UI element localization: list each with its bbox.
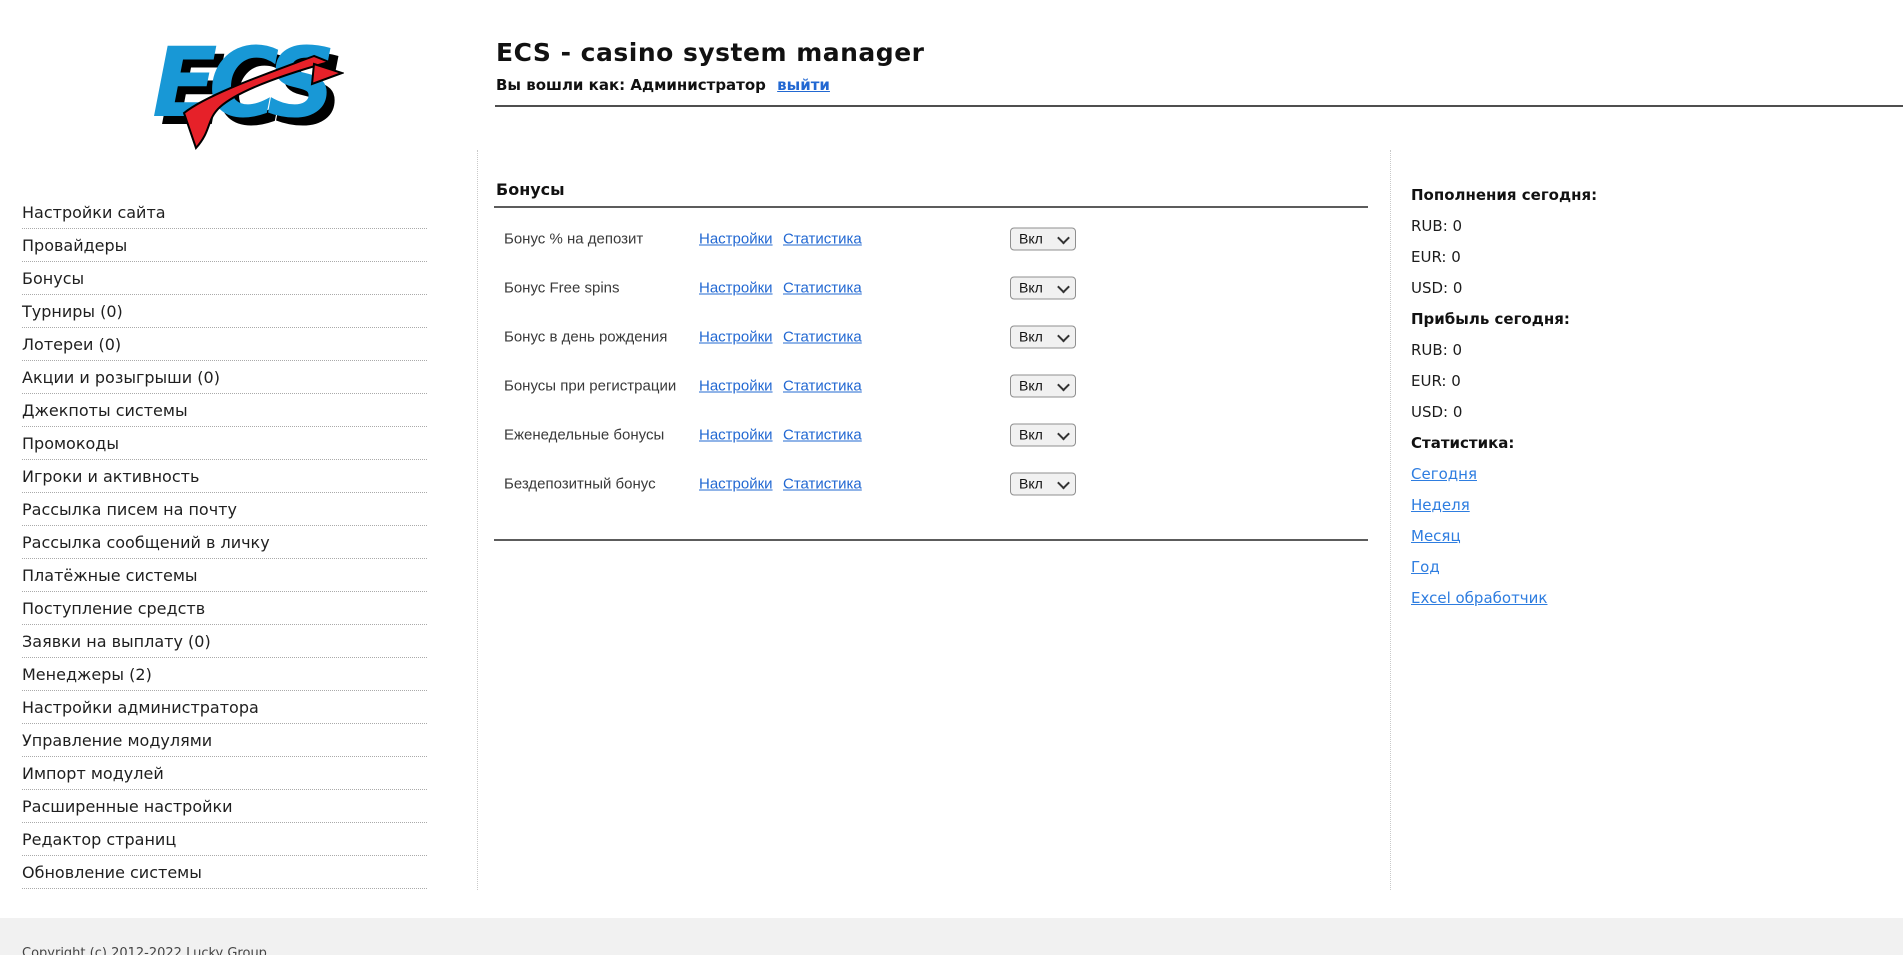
bonus-row: Бонусы при регистрации Настройки Статист… — [494, 361, 1368, 410]
bonus-label: Бездепозитный бонус — [504, 475, 656, 492]
deposits-rub: RUB: 0 — [1411, 217, 1711, 248]
sidebar-item-admin-settings[interactable]: Настройки администратора — [22, 691, 427, 724]
state-select[interactable]: Вкл — [1010, 374, 1076, 397]
bonus-label: Бонус % на депозит — [504, 230, 643, 247]
sidebar-item-lotteries[interactable]: Лотереи (0) — [22, 328, 427, 361]
logout-link[interactable]: выйти — [777, 76, 830, 94]
bonus-row: Еженедельные бонусы Настройки Статистика… — [494, 410, 1368, 459]
deposits-eur: EUR: 0 — [1411, 248, 1711, 279]
settings-link[interactable]: Настройки — [699, 377, 773, 394]
profit-usd: USD: 0 — [1411, 403, 1711, 434]
settings-link[interactable]: Настройки — [699, 475, 773, 492]
sidebar-item-managers[interactable]: Менеджеры (2) — [22, 658, 427, 691]
statistics-link[interactable]: Статистика — [783, 426, 862, 443]
bonus-row: Бездепозитный бонус Настройки Статистика… — [494, 459, 1368, 508]
ecs-logo: ECS ECS — [136, 12, 344, 154]
section-heading: Бонусы — [496, 180, 565, 199]
statistics-link[interactable]: Статистика — [783, 279, 862, 296]
bonus-row: Бонус в день рождения Настройки Статисти… — [494, 312, 1368, 361]
sidebar-item-pm-newsletter[interactable]: Рассылка сообщений в личку — [22, 526, 427, 559]
state-select[interactable]: Вкл — [1010, 325, 1076, 348]
section-top-rule — [494, 206, 1368, 208]
state-select-wrap: Вкл — [1010, 227, 1076, 250]
state-select[interactable]: Вкл — [1010, 276, 1076, 299]
profit-rub: RUB: 0 — [1411, 341, 1711, 372]
bonus-row: Бонус % на депозит Настройки Статистика … — [494, 214, 1368, 263]
sidebar-item-system-update[interactable]: Обновление системы — [22, 856, 427, 889]
sidebar-item-promotions[interactable]: Акции и розыгрыши (0) — [22, 361, 427, 394]
state-select-wrap: Вкл — [1010, 276, 1076, 299]
sidebar-item-payment-systems[interactable]: Платёжные системы — [22, 559, 427, 592]
bonus-label: Бонусы при регистрации — [504, 377, 676, 394]
state-select-wrap: Вкл — [1010, 325, 1076, 348]
footer: Copyright (c) 2012-2022 Lucky Group — [0, 918, 1903, 955]
statistics-link[interactable]: Статистика — [783, 328, 862, 345]
state-select[interactable]: Вкл — [1010, 472, 1076, 495]
sidebar-item-bonuses[interactable]: Бонусы — [22, 262, 427, 295]
stats-link-year[interactable]: Год — [1411, 558, 1440, 576]
statistics-link[interactable]: Статистика — [783, 230, 862, 247]
bonus-label: Бонус в день рождения — [504, 328, 667, 345]
sidebar-item-module-management[interactable]: Управление модулями — [22, 724, 427, 757]
copyright-text: Copyright (c) 2012-2022 Lucky Group — [22, 946, 267, 955]
sidebar-item-page-editor[interactable]: Редактор страниц — [22, 823, 427, 856]
page-title: ECS - casino system manager — [496, 38, 924, 67]
sidebar-item-providers[interactable]: Провайдеры — [22, 229, 427, 262]
sidebar-item-promocodes[interactable]: Промокоды — [22, 427, 427, 460]
bonus-label: Еженедельные бонусы — [504, 426, 664, 443]
login-status: Вы вошли как: Администратор выйти — [496, 76, 830, 94]
state-select-wrap: Вкл — [1010, 374, 1076, 397]
sidebar-menu: Настройки сайта Провайдеры Бонусы Турнир… — [22, 196, 427, 889]
sidebar-item-tournaments[interactable]: Турниры (0) — [22, 295, 427, 328]
deposits-usd: USD: 0 — [1411, 279, 1711, 310]
sidebar-item-module-import[interactable]: Импорт модулей — [22, 757, 427, 790]
settings-link[interactable]: Настройки — [699, 426, 773, 443]
stats-link-today[interactable]: Сегодня — [1411, 465, 1477, 483]
settings-link[interactable]: Настройки — [699, 279, 773, 296]
stats-panel: Пополнения сегодня: RUB: 0 EUR: 0 USD: 0… — [1411, 186, 1711, 620]
header-divider — [495, 105, 1903, 107]
sidebar-item-jackpots[interactable]: Джекпоты системы — [22, 394, 427, 427]
ecs-admin-page: ECS ECS ECS - casino system manager Вы в… — [0, 0, 1903, 955]
bonus-list: Бонус % на депозит Настройки Статистика … — [494, 214, 1368, 508]
statistics-link[interactable]: Статистика — [783, 377, 862, 394]
section-bottom-rule — [494, 539, 1368, 541]
stats-link-month[interactable]: Месяц — [1411, 527, 1461, 545]
profit-today-heading: Прибыль сегодня: — [1411, 310, 1711, 341]
statistics-heading: Статистика: — [1411, 434, 1711, 465]
bonus-label: Бонус Free spins — [504, 279, 620, 296]
sidebar-item-advanced-settings[interactable]: Расширенные настройки — [22, 790, 427, 823]
deposits-today-heading: Пополнения сегодня: — [1411, 186, 1711, 217]
sidebar-item-payout-requests[interactable]: Заявки на выплату (0) — [22, 625, 427, 658]
profit-eur: EUR: 0 — [1411, 372, 1711, 403]
sidebar-item-site-settings[interactable]: Настройки сайта — [22, 196, 427, 229]
state-select[interactable]: Вкл — [1010, 423, 1076, 446]
bonus-row: Бонус Free spins Настройки Статистика Вк… — [494, 263, 1368, 312]
right-divider — [1390, 150, 1391, 890]
sidebar-item-incoming-funds[interactable]: Поступление средств — [22, 592, 427, 625]
state-select[interactable]: Вкл — [1010, 227, 1076, 250]
statistics-link[interactable]: Статистика — [783, 475, 862, 492]
sidebar-item-mail-newsletter[interactable]: Рассылка писем на почту — [22, 493, 427, 526]
settings-link[interactable]: Настройки — [699, 328, 773, 345]
login-status-text: Вы вошли как: Администратор — [496, 76, 766, 94]
settings-link[interactable]: Настройки — [699, 230, 773, 247]
state-select-wrap: Вкл — [1010, 472, 1076, 495]
state-select-wrap: Вкл — [1010, 423, 1076, 446]
sidebar-item-players[interactable]: Игроки и активность — [22, 460, 427, 493]
left-divider — [477, 150, 478, 890]
stats-link-week[interactable]: Неделя — [1411, 496, 1470, 514]
stats-link-excel[interactable]: Excel обработчик — [1411, 589, 1547, 607]
